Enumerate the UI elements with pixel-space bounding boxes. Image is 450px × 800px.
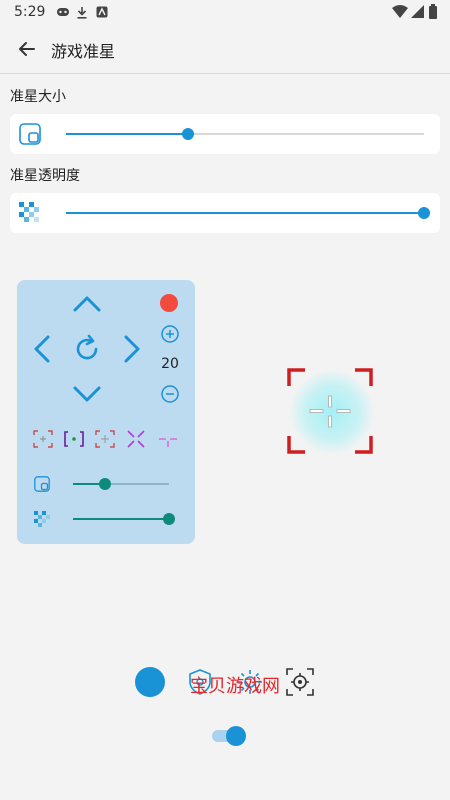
toggle-knob bbox=[226, 726, 246, 746]
status-bar: 5:29 bbox=[0, 0, 450, 26]
opacity-slider-thumb[interactable] bbox=[418, 207, 430, 219]
crosshair-style-corner-icon[interactable] bbox=[95, 430, 115, 448]
crosshair-style-bracket-purple-icon[interactable] bbox=[64, 430, 84, 448]
status-time: 5:29 bbox=[14, 4, 46, 20]
crosshair-size-icon bbox=[19, 123, 41, 145]
increase-button[interactable] bbox=[160, 324, 180, 344]
watermark-text: 宝贝游戏网 bbox=[190, 676, 280, 697]
download-icon bbox=[76, 6, 88, 22]
cell-signal-icon bbox=[411, 5, 424, 21]
panel-size-slider[interactable] bbox=[73, 478, 169, 490]
panel-opacity-slider-fill bbox=[73, 518, 169, 520]
move-left-button[interactable] bbox=[26, 333, 58, 365]
move-down-button[interactable] bbox=[71, 378, 103, 410]
wifi-icon bbox=[392, 5, 408, 21]
crosshair-style-t-icon[interactable] bbox=[158, 430, 178, 448]
panel-opacity-icon bbox=[34, 511, 50, 527]
opacity-slider-fill bbox=[66, 212, 424, 214]
gamepad-icon bbox=[56, 6, 70, 21]
size-section-label: 准星大小 bbox=[10, 89, 66, 105]
decrease-button[interactable] bbox=[160, 384, 180, 404]
record-color-button[interactable] bbox=[160, 294, 178, 312]
target-crosshair-icon[interactable] bbox=[285, 667, 315, 697]
crosshair-style-bracket-red-icon[interactable] bbox=[33, 430, 53, 448]
opacity-slider[interactable] bbox=[66, 207, 430, 219]
panel-opacity-slider[interactable] bbox=[73, 513, 175, 525]
app-bar: 游戏准星 bbox=[0, 26, 450, 74]
size-slider[interactable] bbox=[66, 128, 424, 140]
crosshair-toggle-switch[interactable] bbox=[212, 726, 248, 746]
reset-position-button[interactable] bbox=[71, 333, 103, 365]
back-arrow-icon[interactable] bbox=[14, 36, 40, 62]
size-slider-card bbox=[10, 114, 440, 154]
size-slider-fill bbox=[66, 133, 188, 135]
opacity-slider-card bbox=[10, 193, 440, 233]
opacity-section-label: 准星透明度 bbox=[10, 168, 80, 184]
transparency-icon bbox=[19, 202, 41, 224]
size-slider-thumb[interactable] bbox=[181, 128, 194, 140]
step-counter-value: 20 bbox=[161, 356, 179, 372]
panel-size-slider-thumb[interactable] bbox=[98, 478, 111, 490]
color-picker-button[interactable] bbox=[135, 667, 165, 697]
page-title: 游戏准星 bbox=[51, 42, 116, 61]
panel-size-icon bbox=[34, 476, 50, 492]
app-notification-icon bbox=[96, 6, 108, 21]
crosshair-control-panel bbox=[17, 280, 195, 544]
battery-icon bbox=[429, 4, 437, 22]
crosshair-style-x-icon[interactable] bbox=[126, 430, 146, 448]
move-up-button[interactable] bbox=[71, 288, 103, 320]
crosshair-preview bbox=[285, 366, 375, 456]
move-right-button[interactable] bbox=[116, 333, 148, 365]
panel-opacity-slider-thumb[interactable] bbox=[163, 513, 175, 525]
